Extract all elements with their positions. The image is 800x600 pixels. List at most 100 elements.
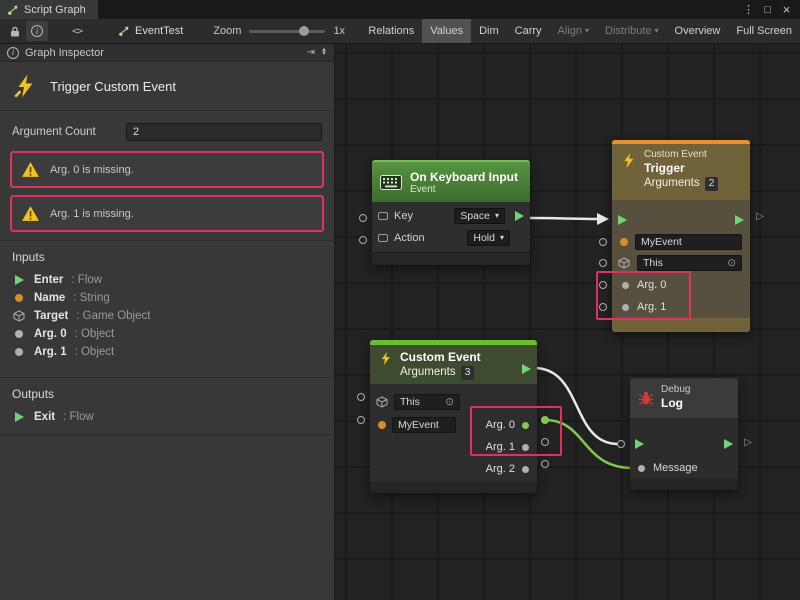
action-row: Action Hold ▾ [378, 227, 524, 249]
zoom-slider-handle[interactable] [299, 26, 309, 36]
align-button[interactable]: Align ▾ [550, 19, 597, 43]
flow-out-port[interactable] [515, 211, 524, 221]
value-port[interactable] [541, 438, 549, 446]
target-field[interactable]: This ⊙ [394, 394, 460, 410]
node-subtitle: Event [410, 184, 518, 195]
node-on-keyboard-input[interactable]: On Keyboard Input Event Key Space ▾ Acti… [372, 160, 530, 265]
object-port-icon[interactable] [622, 304, 629, 311]
value-port[interactable] [357, 393, 365, 401]
object-port-icon [15, 330, 23, 338]
chevron-down-icon: ▾ [655, 27, 659, 35]
zoom-control: Zoom 1x [213, 25, 345, 37]
node-body: Key Space ▾ Action Hold ▾ [372, 202, 530, 252]
key-type-icon [378, 212, 388, 220]
value-out-port-icon[interactable] [522, 422, 529, 429]
node-footer [370, 482, 537, 493]
flow-in-port[interactable] [635, 439, 644, 449]
lock-icon [10, 26, 20, 37]
graph-inspector-panel: i Graph Inspector ⇥ ▲▼ Trigger Custom Ev… [0, 44, 335, 600]
node-debug-log[interactable]: Debug Log Message ▷ [630, 378, 738, 490]
breadcrumb-graph-name[interactable]: EventTest [118, 25, 183, 37]
value-port[interactable] [599, 281, 607, 289]
inspector-toggle-button[interactable]: i [26, 21, 48, 41]
target-row: This ⊙ [370, 393, 470, 411]
node-trigger-custom-event[interactable]: Custom Event Trigger Arguments 2 MyEvent [612, 140, 750, 332]
chevron-down-icon: ▾ [500, 234, 504, 242]
event-name-row: MyEvent [612, 233, 750, 251]
flow-out-port[interactable] [522, 364, 531, 374]
kebab-menu-icon[interactable]: ⋮ [741, 3, 756, 16]
value-port[interactable] [599, 303, 607, 311]
maximize-icon[interactable]: □ [760, 4, 775, 16]
flow-port[interactable] [617, 440, 625, 448]
lightning-icon [620, 152, 637, 169]
flow-out-port[interactable] [724, 439, 733, 449]
tab-title: Script Graph [24, 4, 86, 16]
outputs-label: Outputs [0, 387, 334, 408]
inspector-node-title-label: Trigger Custom Event [50, 79, 176, 94]
values-button[interactable]: Values [422, 19, 471, 43]
flow-out-port[interactable] [735, 215, 744, 225]
value-port[interactable] [357, 416, 365, 424]
warning-icon [21, 161, 40, 178]
value-port[interactable] [359, 214, 367, 222]
carry-button[interactable]: Carry [507, 19, 550, 43]
value-port[interactable] [359, 236, 367, 244]
node-header: Custom Event Arguments 3 [370, 345, 537, 384]
zoom-label: Zoom [213, 25, 241, 37]
panel-menu-icon[interactable]: ▲▼ [321, 49, 327, 56]
node-custom-event[interactable]: Custom Event Arguments 3 This ⊙ [370, 340, 537, 493]
code-preview-button[interactable]: <> [66, 21, 88, 41]
event-name-field[interactable]: MyEvent [635, 234, 742, 250]
node-category: Debug [661, 384, 690, 395]
tab-script-graph[interactable]: Script Graph [0, 0, 98, 19]
lock-button[interactable] [4, 21, 26, 41]
node-footer [612, 318, 750, 332]
action-dropdown[interactable]: Hold ▾ [467, 230, 510, 246]
graph-canvas[interactable]: On Keyboard Input Event Key Space ▾ Acti… [335, 44, 800, 600]
distribute-button[interactable]: Distribute ▾ [597, 19, 666, 43]
value-port[interactable] [599, 238, 607, 246]
node-arguments: Arguments 3 [400, 365, 481, 380]
node-header: Debug Log [630, 378, 738, 418]
flow-in-port[interactable] [618, 215, 627, 225]
dim-button[interactable]: Dim [471, 19, 507, 43]
value-port[interactable] [541, 460, 549, 468]
value-port[interactable] [599, 259, 607, 267]
key-dropdown[interactable]: Space ▾ [454, 208, 505, 224]
object-port-icon[interactable] [622, 282, 629, 289]
node-body: Message [630, 418, 738, 478]
dock-icon[interactable]: ⇥ [307, 47, 315, 58]
arg1-row: Arg. 1 [612, 298, 750, 316]
value-out-port-icon[interactable] [522, 444, 529, 451]
node-arguments: Arguments 2 [644, 176, 718, 191]
graph-toolbar: i <> EventTest Zoom 1x Relations Values … [0, 19, 800, 44]
node-body: This ⊙ MyEvent Arg. 0 Arg. 1 Arg. 2 [370, 384, 537, 482]
relations-button[interactable]: Relations [360, 19, 422, 43]
object-picker-icon[interactable]: ⊙ [445, 396, 454, 408]
node-title: Log [661, 395, 690, 411]
inspector-header-title: Graph Inspector [25, 47, 104, 59]
argument-count-field[interactable]: 2 [126, 123, 322, 141]
key-type-icon [378, 234, 388, 242]
value-in-port-icon[interactable] [638, 465, 645, 472]
info-icon: i [31, 25, 43, 37]
flow-row [612, 211, 750, 229]
input-row-enter: Enter : Flow [0, 271, 334, 289]
target-field[interactable]: This ⊙ [637, 255, 742, 271]
flow-port-icon [15, 412, 24, 422]
zoom-slider[interactable] [249, 30, 325, 33]
close-icon[interactable]: × [779, 2, 794, 17]
graph-out-marker: ▷ [756, 212, 764, 222]
full-screen-button[interactable]: Full Screen [728, 19, 800, 43]
inspector-node-title: Trigger Custom Event [0, 62, 334, 111]
value-out-port-icon[interactable] [522, 466, 529, 473]
object-picker-icon[interactable]: ⊙ [727, 257, 736, 269]
warning-text: Arg. 0 is missing. [50, 164, 134, 176]
string-port-icon[interactable] [620, 238, 628, 246]
warning-icon [21, 205, 40, 222]
arguments-count-badge: 2 [705, 177, 719, 191]
value-port-connected[interactable] [541, 416, 549, 424]
overview-button[interactable]: Overview [667, 19, 729, 43]
outputs-section: Outputs Exit : Flow [0, 377, 334, 435]
